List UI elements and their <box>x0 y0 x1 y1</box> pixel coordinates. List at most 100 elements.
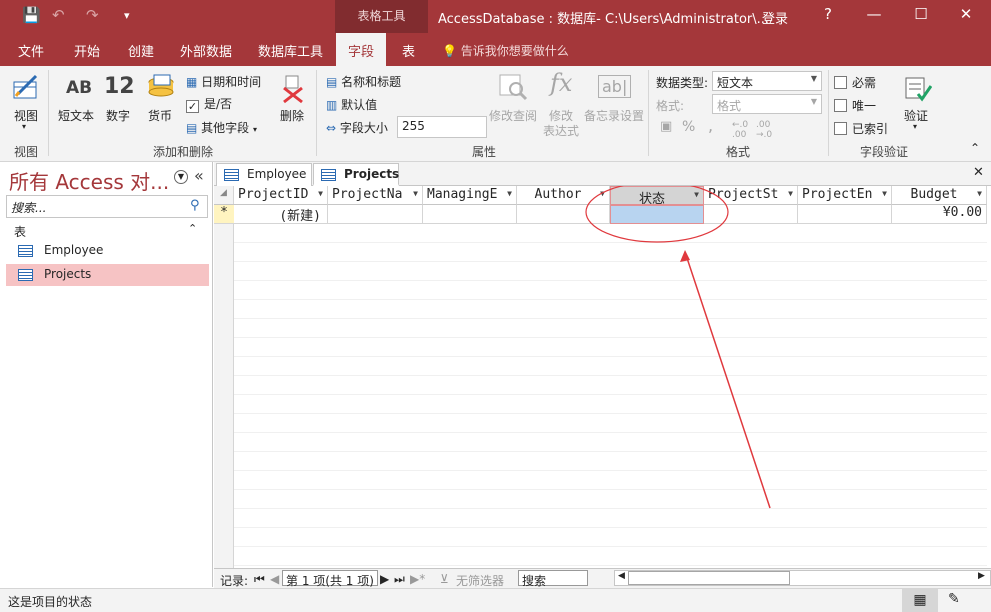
next-record-icon[interactable]: ▶ <box>380 572 389 586</box>
field-size-text: 字段大小 <box>339 121 388 135</box>
delete-button[interactable]: 删除 <box>280 107 304 124</box>
nav-search-input[interactable]: 搜索... <box>6 195 208 218</box>
data-type-label: 数据类型: <box>656 76 709 90</box>
number-button[interactable]: 数字 <box>106 107 130 124</box>
record-search-input[interactable]: 搜索 <box>518 570 588 588</box>
scrollbar-thumb[interactable] <box>628 571 790 585</box>
redo-icon[interactable]: ↷ <box>86 6 99 24</box>
doc-tab-employee[interactable]: Employee <box>216 163 312 186</box>
currency-button[interactable]: 货币 <box>148 107 172 124</box>
doc-tab-label: Projects <box>344 167 400 181</box>
filter-icon[interactable]: ⊻ <box>440 572 449 586</box>
close-button[interactable]: ✕ <box>951 5 981 23</box>
yesno-button[interactable]: ✓ 是/否 <box>186 95 232 113</box>
scroll-right-icon[interactable]: ▶ <box>978 571 985 581</box>
design-view-icon[interactable]: ✎ <box>948 591 960 607</box>
fx-icon: fx <box>550 69 573 97</box>
modify-lookups-button[interactable]: 修改查阅 <box>489 107 537 124</box>
format-value: 格式 <box>717 99 742 113</box>
ribbon: 视图 ▾ 视图 AB 短文本 12 数字 货币 ▦ 日期和时间 ✓ 是/否 ▤ 其… <box>0 66 991 162</box>
nav-item-projects[interactable]: Projects <box>6 264 209 286</box>
maximize-button[interactable]: ☐ <box>906 5 936 23</box>
doc-tab-projects[interactable]: Projects <box>313 163 399 186</box>
format-select[interactable]: 格式 ▼ <box>712 94 822 114</box>
table-icon <box>321 169 336 181</box>
required-checkbox[interactable]: 必需 <box>834 74 876 91</box>
memo-settings-button[interactable]: 备忘录设置 <box>584 107 644 124</box>
validation-icon <box>904 74 933 105</box>
tab-table[interactable]: 表 <box>402 41 415 60</box>
comma-button[interactable]: , <box>708 116 713 135</box>
nav-section-tables[interactable]: 表 <box>14 223 26 240</box>
datasheet-view-icon[interactable]: ▦ <box>902 589 938 612</box>
filter-status[interactable]: 无筛选器 <box>456 572 504 589</box>
minimize-button[interactable]: — <box>859 5 889 23</box>
collapse-nav-icon[interactable]: « <box>194 166 204 185</box>
percent-button[interactable]: % <box>682 119 695 135</box>
tab-home[interactable]: 开始 <box>74 41 100 60</box>
navigation-pane: 所有 Access 对... ▼ « 搜索... ⚲ 表 ⌃ Employee … <box>0 162 213 587</box>
last-record-icon[interactable]: ⏭ <box>394 572 405 587</box>
new-record-nav-icon[interactable]: ▶* <box>410 572 425 586</box>
increase-decimals-icon[interactable]: ←.0.00 <box>732 120 748 140</box>
decrease-decimals-icon[interactable]: .00 →.0 <box>756 120 772 140</box>
chevron-down-icon: ▼ <box>810 74 817 83</box>
first-record-icon[interactable]: ⏮ <box>254 572 265 587</box>
memo-settings-icon: ab| <box>598 75 632 98</box>
group-label-formatting: 格式 <box>726 145 751 159</box>
validate-dropdown-icon[interactable]: ▾ <box>913 122 917 131</box>
tab-fields[interactable]: 字段 <box>336 33 387 67</box>
close-document-icon[interactable]: ✕ <box>973 165 984 180</box>
nav-item-label: Projects <box>44 267 92 281</box>
field-size-value: 255 <box>402 119 425 133</box>
qat-customize-icon[interactable]: ▾ <box>124 9 130 22</box>
tab-file[interactable]: 文件 <box>18 41 44 60</box>
nav-pane-title[interactable]: 所有 Access 对... <box>9 166 169 195</box>
chevron-up-icon[interactable]: ⌃ <box>188 222 197 235</box>
unique-checkbox[interactable]: 唯一 <box>834 97 876 114</box>
tell-me-box[interactable]: 💡 告诉我你想要做什么 <box>442 42 569 59</box>
view-dropdown-icon[interactable]: ▾ <box>22 122 26 131</box>
undo-icon[interactable]: ↶ <box>52 6 65 24</box>
tab-database-tools[interactable]: 数据库工具 <box>258 41 323 60</box>
group-label-properties: 属性 <box>472 145 497 159</box>
help-button[interactable]: ? <box>813 5 843 23</box>
checkbox-icon <box>834 99 847 112</box>
group-label-add-delete: 添加和删除 <box>153 145 214 159</box>
nav-menu-dropdown-icon[interactable]: ▼ <box>174 170 188 184</box>
search-icon[interactable]: ⚲ <box>190 198 200 213</box>
current-record-field[interactable]: 第 1 项(共 1 项) <box>282 570 378 588</box>
chevron-down-icon: ▼ <box>810 97 817 106</box>
required-label: 必需 <box>852 76 877 90</box>
data-type-select[interactable]: 短文本 ▼ <box>712 71 822 91</box>
table-icon <box>18 269 33 281</box>
number-icon: 12 <box>104 74 135 99</box>
default-value-button[interactable]: ▥ 默认值 <box>326 96 377 113</box>
indexed-checkbox[interactable]: 已索引 <box>834 120 888 137</box>
name-caption-icon: ▤ <box>326 75 338 89</box>
save-icon[interactable]: 💾 <box>22 6 41 24</box>
status-bar: 这是项目的状态 ▦ ✎ <box>0 588 991 612</box>
more-fields-button[interactable]: ▤ 其他字段 ▾ <box>186 119 257 136</box>
context-tab-label: 表格工具 <box>335 0 428 33</box>
checkbox-icon <box>834 122 847 135</box>
datetime-button[interactable]: ▦ 日期和时间 <box>186 73 261 90</box>
name-caption-button[interactable]: ▤ 名称和标题 <box>326 73 401 90</box>
group-divider <box>828 70 829 156</box>
previous-record-icon[interactable]: ◀ <box>270 572 279 586</box>
field-size-input[interactable]: 255 <box>397 116 487 138</box>
ribbon-tabs: 文件 开始 创建 外部数据 数据库工具 字段 表 💡 告诉我你想要做什么 <box>0 33 991 67</box>
nav-item-employee[interactable]: Employee <box>6 240 209 262</box>
tab-external-data[interactable]: 外部数据 <box>180 41 232 60</box>
short-text-button[interactable]: 短文本 <box>58 107 94 124</box>
currency-format-icon[interactable]: ▣ <box>660 119 672 134</box>
table-icon <box>18 245 33 257</box>
login-link[interactable]: 登录 <box>762 8 788 27</box>
collapse-ribbon-icon[interactable]: ⌃ <box>970 141 980 155</box>
tab-create[interactable]: 创建 <box>128 41 154 60</box>
annotation-arrowhead <box>680 250 690 262</box>
scroll-left-icon[interactable]: ◀ <box>618 571 625 581</box>
view-icon[interactable] <box>10 72 44 102</box>
nav-search-placeholder: 搜索... <box>11 201 47 215</box>
more-fields-label: 其他字段 <box>201 121 250 135</box>
